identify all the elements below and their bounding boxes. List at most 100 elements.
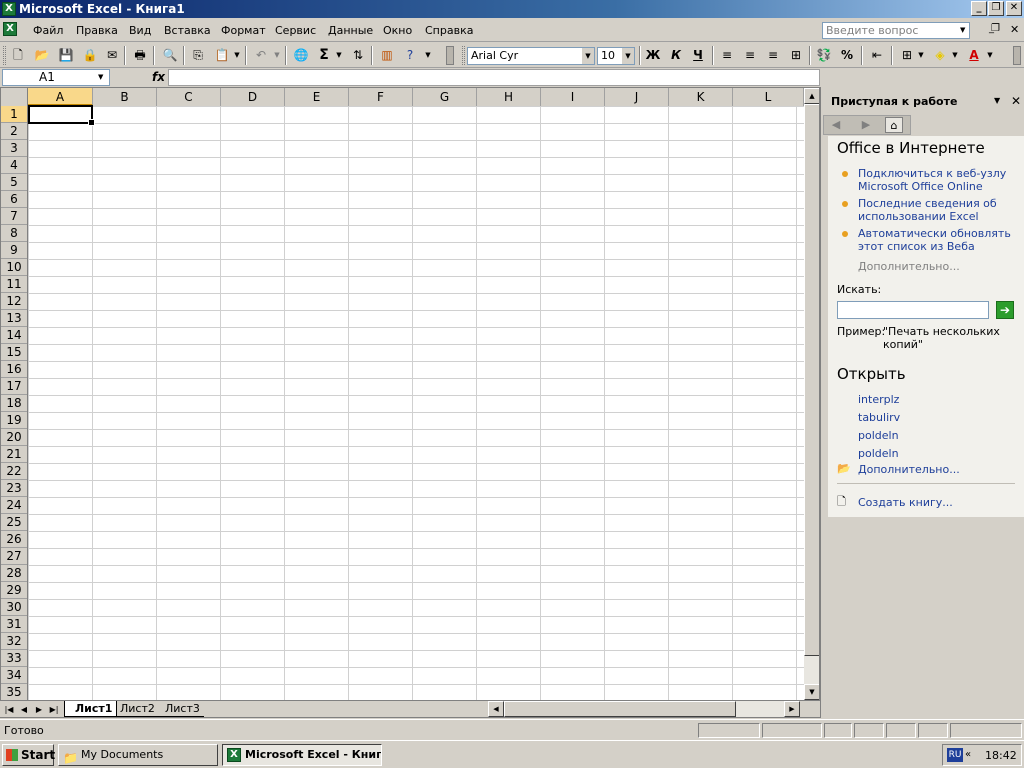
- row-header[interactable]: 2: [1, 123, 27, 140]
- row-header[interactable]: 12: [1, 293, 27, 310]
- column-header-i[interactable]: I: [541, 88, 605, 106]
- row-header[interactable]: 27: [1, 548, 27, 565]
- paste-dropdown-icon[interactable]: ▼: [232, 46, 242, 64]
- align-left-icon[interactable]: ≡: [718, 46, 736, 64]
- workbook-icon[interactable]: X: [3, 22, 17, 36]
- scroll-down-icon[interactable]: ▼: [804, 684, 819, 700]
- column-header-d[interactable]: D: [221, 88, 285, 106]
- row-header[interactable]: 9: [1, 242, 27, 259]
- email-icon[interactable]: ✉: [103, 46, 121, 64]
- row-header[interactable]: 21: [1, 446, 27, 463]
- column-header-l[interactable]: L: [733, 88, 804, 106]
- row-header[interactable]: 8: [1, 225, 27, 242]
- close-button[interactable]: ✕: [1006, 1, 1022, 16]
- menu-edit[interactable]: Правка: [76, 24, 118, 37]
- row-header[interactable]: 19: [1, 412, 27, 429]
- forward-icon[interactable]: ▶: [857, 117, 875, 133]
- row-header[interactable]: 17: [1, 378, 27, 395]
- formula-input[interactable]: [168, 69, 820, 86]
- minimize-button[interactable]: _: [971, 1, 987, 16]
- align-right-icon[interactable]: ≡: [764, 46, 782, 64]
- autosum-dropdown-icon[interactable]: ▼: [334, 46, 344, 64]
- select-all-button[interactable]: [1, 88, 28, 106]
- font-size-select[interactable]: 10 ▼: [597, 47, 635, 65]
- chevron-down-icon[interactable]: ▼: [582, 48, 594, 64]
- currency-icon[interactable]: 💱: [815, 46, 833, 64]
- help-dropdown-icon[interactable]: ▼: [960, 26, 965, 34]
- row-header[interactable]: 4: [1, 157, 27, 174]
- vertical-scroll-thumb[interactable]: [804, 104, 819, 656]
- link-create-workbook[interactable]: Создать книгу...: [858, 496, 1018, 509]
- borders-dropdown-icon[interactable]: ▼: [916, 46, 926, 64]
- row-header[interactable]: 13: [1, 310, 27, 327]
- row-header[interactable]: 16: [1, 361, 27, 378]
- align-center-icon[interactable]: ≡: [741, 46, 759, 64]
- row-header[interactable]: 29: [1, 582, 27, 599]
- merge-center-icon[interactable]: ⊞: [787, 46, 805, 64]
- column-header-c[interactable]: C: [157, 88, 221, 106]
- back-icon[interactable]: ◀: [827, 117, 845, 133]
- row-header[interactable]: 7: [1, 208, 27, 225]
- borders-icon[interactable]: ⊞: [898, 46, 916, 64]
- name-box[interactable]: A1 ▼: [2, 69, 110, 86]
- fill-color-icon[interactable]: ◈: [931, 46, 949, 64]
- doc-restore-button[interactable]: ❐: [991, 23, 1000, 34]
- row-header[interactable]: 6: [1, 191, 27, 208]
- start-button[interactable]: Start: [2, 744, 55, 766]
- task-pane-close-icon[interactable]: ✕: [1011, 94, 1021, 108]
- task-pane-menu-icon[interactable]: ▼: [994, 96, 1000, 105]
- menu-insert[interactable]: Вставка: [164, 24, 211, 37]
- menu-data[interactable]: Данные: [328, 24, 373, 37]
- column-header-g[interactable]: G: [413, 88, 477, 106]
- doc-close-button[interactable]: ✕: [1010, 23, 1019, 36]
- chart-wizard-icon[interactable]: ▥: [378, 46, 396, 64]
- recent-file-link[interactable]: interplz: [858, 393, 1018, 406]
- sheet-tab-3[interactable]: Лист3: [155, 701, 204, 717]
- recent-file-link[interactable]: poldeln: [858, 447, 1018, 460]
- link-office-online[interactable]: Подключиться к веб-узлу Microsoft Office…: [858, 167, 1018, 193]
- toolbar-overflow-button[interactable]: [446, 46, 454, 65]
- taskbar-item-my-documents[interactable]: 📁 My Documents: [58, 744, 218, 766]
- open-folder-icon[interactable]: 📂: [33, 46, 51, 64]
- bold-button[interactable]: Ж: [644, 46, 662, 64]
- hyperlink-icon[interactable]: 🌐: [292, 46, 310, 64]
- row-header[interactable]: 23: [1, 480, 27, 497]
- save-icon[interactable]: 💾: [57, 46, 75, 64]
- new-document-icon[interactable]: 🗋: [9, 46, 27, 64]
- help-icon[interactable]: ?: [401, 46, 419, 64]
- font-color-icon[interactable]: A: [965, 46, 983, 64]
- row-header[interactable]: 24: [1, 497, 27, 514]
- column-header-f[interactable]: F: [349, 88, 413, 106]
- row-header[interactable]: 31: [1, 616, 27, 633]
- row-header[interactable]: 20: [1, 429, 27, 446]
- percent-button[interactable]: %: [838, 46, 856, 64]
- active-cell[interactable]: [28, 105, 95, 126]
- next-sheet-icon[interactable]: ▶: [33, 703, 45, 716]
- menu-tools[interactable]: Сервис: [275, 24, 316, 37]
- row-header[interactable]: 33: [1, 650, 27, 667]
- font-color-dropdown-icon[interactable]: ▼: [985, 46, 995, 64]
- show-hidden-icons-icon[interactable]: «: [965, 749, 971, 760]
- row-header[interactable]: 30: [1, 599, 27, 616]
- column-header-j[interactable]: J: [605, 88, 669, 106]
- prev-sheet-icon[interactable]: ◀: [18, 703, 30, 716]
- scroll-right-icon[interactable]: ▶: [784, 701, 800, 717]
- font-name-select[interactable]: Arial Cyr ▼: [467, 47, 595, 65]
- row-header[interactable]: 1: [1, 106, 27, 123]
- search-input[interactable]: [837, 301, 989, 319]
- italic-button[interactable]: К: [667, 46, 685, 64]
- sort-ascending-icon[interactable]: ⇅: [349, 46, 367, 64]
- toolbar-overflow-button[interactable]: [1013, 46, 1021, 65]
- scroll-up-icon[interactable]: ▲: [804, 88, 819, 104]
- link-auto-update[interactable]: Автоматически обновлять этот список из В…: [858, 227, 1018, 253]
- recent-file-link[interactable]: poldeln: [858, 429, 1018, 442]
- row-header[interactable]: 5: [1, 174, 27, 191]
- vertical-scrollbar[interactable]: ▲ ▼: [804, 88, 819, 700]
- menu-file[interactable]: Файл: [33, 24, 63, 37]
- search-go-button[interactable]: ➔: [996, 301, 1014, 319]
- row-header[interactable]: 10: [1, 259, 27, 276]
- insert-function-icon[interactable]: fx: [152, 70, 165, 84]
- taskbar-item-excel[interactable]: X Microsoft Excel - Книг...: [222, 744, 382, 766]
- row-header[interactable]: 22: [1, 463, 27, 480]
- permission-icon[interactable]: 🔒: [81, 46, 99, 64]
